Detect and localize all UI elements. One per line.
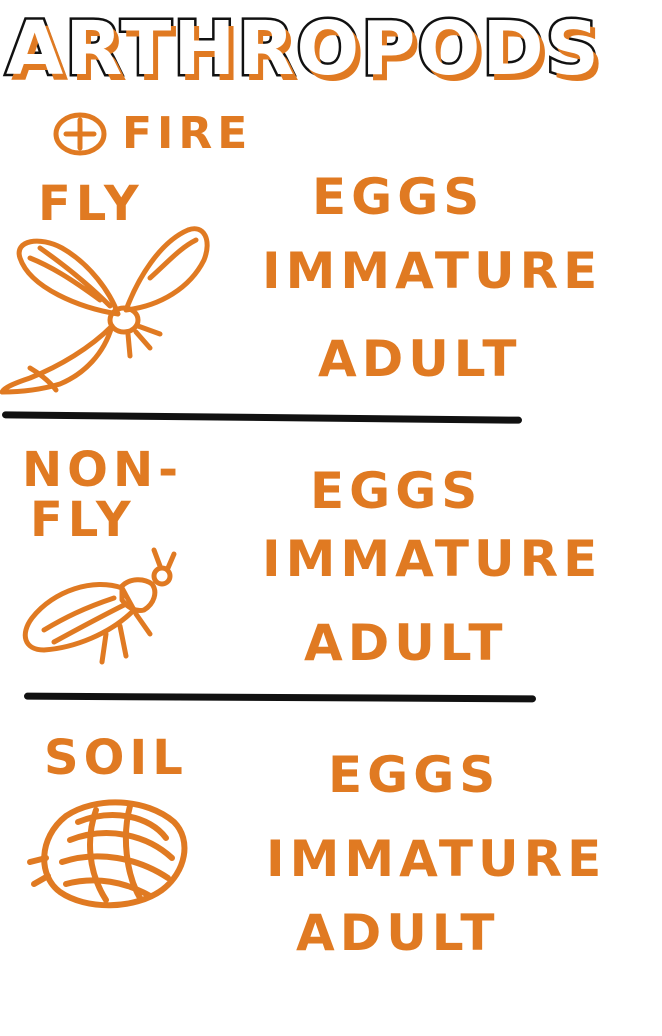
group-label-non-line1: NON-: [22, 442, 184, 498]
stage-adult-fly: ADULT: [318, 330, 522, 388]
group-label-soil: SOIL: [44, 730, 188, 786]
stage-adult-nonfly: ADULT: [304, 614, 508, 672]
divider-2: [23, 692, 537, 703]
page-title: ARTHROPODS: [4, 6, 602, 92]
stage-eggs-nonfly: EGGS: [310, 462, 483, 520]
fire-note: FIRE: [52, 112, 252, 156]
stage-eggs-fly: EGGS: [312, 168, 485, 226]
arthropods-sketch: ARTHROPODS FIRE FLY EGGS IMMATURE ADULT …: [0, 0, 662, 1036]
stage-adult-soil: ADULT: [296, 904, 500, 962]
fire-label: FIRE: [122, 108, 253, 159]
plus-circle-icon: [53, 112, 107, 156]
fly-icon: [0, 226, 210, 395]
group-label-non-line2: FLY: [30, 492, 136, 548]
stage-immature-soil: IMMATURE: [266, 830, 607, 888]
beetle-icon: [22, 547, 177, 665]
stage-immature-fly: IMMATURE: [262, 242, 603, 300]
soil-grub-icon: [27, 799, 188, 909]
stage-eggs-soil: EGGS: [328, 746, 501, 804]
stage-immature-nonfly: IMMATURE: [262, 530, 603, 588]
divider-1: [1, 411, 523, 424]
